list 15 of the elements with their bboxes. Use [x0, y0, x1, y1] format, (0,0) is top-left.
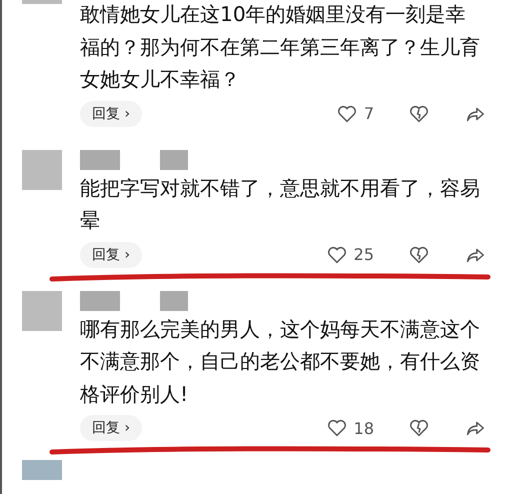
- reply-button[interactable]: 回复 ›: [80, 100, 142, 126]
- like-count: 18: [354, 418, 374, 438]
- blurred-badge: [160, 150, 188, 170]
- comment-text: 能把字写对就不错了，意思就不用看了，容易晕: [80, 174, 481, 234]
- blurred-name: [80, 290, 120, 310]
- heart-icon[interactable]: [326, 417, 348, 439]
- comment-text: 敢情她女儿在这10年的婚姻里没有一刻是幸福的？那为何不在第二年第三年离了？生儿育女她女儿不幸福？: [80, 1, 481, 93]
- broken-heart-icon[interactable]: [408, 417, 430, 439]
- blurred-name: [80, 150, 120, 170]
- blurred-badge: [160, 290, 188, 310]
- like-count: 7: [364, 104, 374, 123]
- comment-text: 哪有那么完美的男人，这个妈每天不满意这个不满意那个，自己的老公都不要她，有什么资格评价别人!: [80, 316, 481, 408]
- reply-button[interactable]: 回复 ›: [80, 415, 142, 441]
- reply-button[interactable]: 回复 ›: [80, 242, 142, 268]
- like-count: 25: [354, 245, 374, 264]
